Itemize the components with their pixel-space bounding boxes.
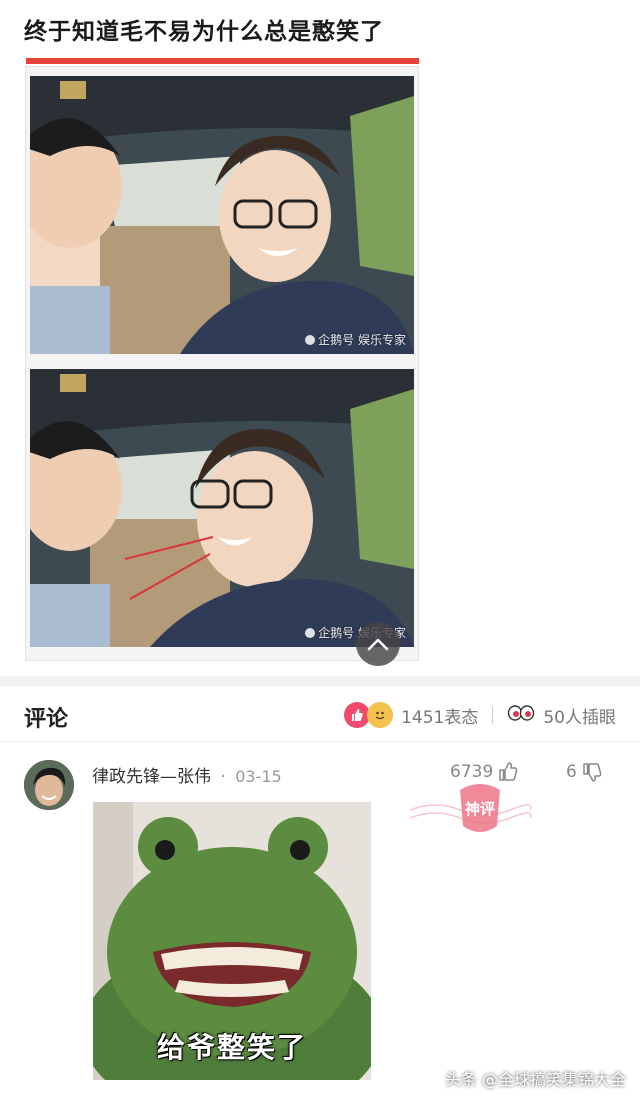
car-scene-photo-1 [30,76,414,354]
comment-date: 03-15 [235,767,282,786]
penguin-icon [305,334,316,345]
photo-watermark: 企鹅号 娱乐专家 [305,331,406,348]
meme-caption: 给爷整笑了 [156,1031,307,1064]
dislike-button[interactable]: 6 [566,761,603,783]
comment-meme-image[interactable]: 给爷整笑了 [93,802,371,1080]
meta-separator: · [220,767,226,787]
photo-1[interactable]: 企鹅号 娱乐专家 [30,76,414,354]
reaction-separator [492,706,494,724]
post-image-card[interactable]: 企鹅号 娱乐专家 企鹅号 娱乐专家 [25,66,419,666]
comment-author[interactable]: 律政先锋—张伟 · 03-15 [92,762,282,787]
dislike-count: 6 [566,762,577,782]
post-title: 终于知道毛不易为什么总是憨笑了 [24,19,384,45]
section-divider [0,676,640,686]
scroll-top-button[interactable] [356,622,400,666]
eyes-count: 50人插眼 [543,707,616,728]
penguin-icon [305,627,316,638]
comment-item: 律政先锋—张伟 · 03-15 6739 6 神评 给爷整笑了 [0,744,640,1084]
featured-comment-stamp: 神评 [409,784,532,832]
reaction-emoji-icon [367,702,394,728]
reaction-icons [344,702,394,728]
avatar[interactable] [24,760,74,810]
eyes-icon [507,704,535,727]
title-accent-bar [26,58,419,64]
photo-2[interactable]: 企鹅号 娱乐专家 [30,369,414,647]
reactions-summary[interactable]: 1451表态 50人插眼 [344,702,616,728]
car-scene-photo-2 [30,369,414,647]
comments-title: 评论 [24,707,69,732]
thumb-down-icon [583,763,602,782]
page-watermark: 头条 @全球搞笑集锦大全 [444,1070,626,1089]
reaction-count: 1451表态 [401,707,479,728]
comments-header: 评论 1451表态 50人插眼 [0,690,640,742]
chevron-up-icon [367,638,389,651]
stamp-text: 神评 [465,800,495,818]
author-name[interactable]: 律政先锋—张伟 [92,767,211,787]
